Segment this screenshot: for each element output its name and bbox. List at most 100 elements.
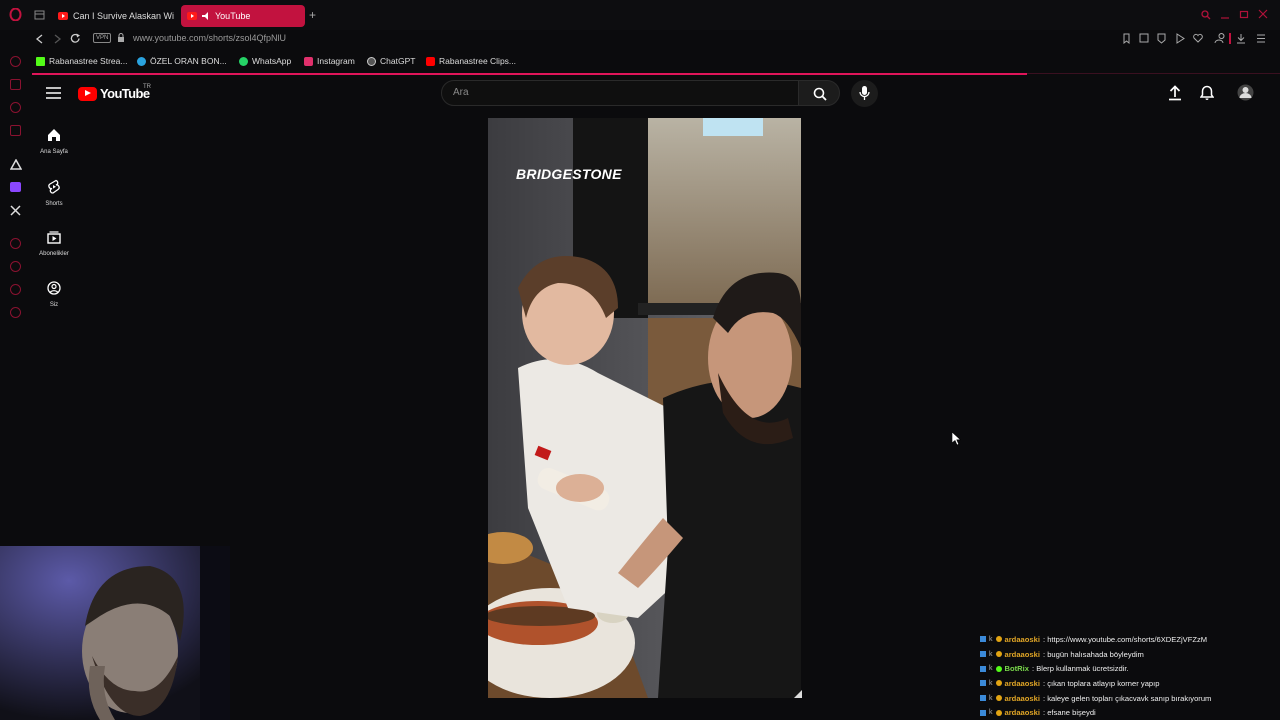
guide-label: Ana Sayfa: [40, 149, 68, 155]
avatar[interactable]: [1237, 84, 1254, 101]
bookmark-rabanastree-stream[interactable]: Rabanastree Strea...: [36, 56, 127, 66]
bookmark-label: Instagram: [317, 56, 355, 66]
subscriber-badge-icon: [995, 680, 1002, 687]
sidebar-player-icon[interactable]: [10, 238, 21, 249]
opera-logo-icon[interactable]: [9, 8, 22, 21]
shorts-icon: [48, 179, 60, 194]
reload-icon[interactable]: [70, 33, 81, 44]
shorts-video-player[interactable]: [488, 118, 801, 698]
youtube-play-icon: [78, 86, 97, 101]
subscriber-badge-icon: [995, 651, 1002, 658]
bookmark-rabanastree-clips[interactable]: Rabanastree Clips...: [426, 56, 516, 66]
sidebar-twitch-icon[interactable]: [10, 182, 21, 192]
bookmark-label: Rabanastree Strea...: [49, 56, 128, 66]
bookmark-label: WhatsApp: [252, 56, 292, 66]
forward-icon[interactable]: [53, 34, 62, 44]
hamburger-menu-icon[interactable]: [46, 87, 61, 99]
guide-item-home[interactable]: Ana Sayfa: [32, 128, 76, 155]
bookmark-ozel-oran[interactable]: ÖZEL ORAN BON...: [137, 56, 227, 66]
sidebar-x-icon[interactable]: [10, 205, 21, 216]
close-icon[interactable]: [1258, 9, 1268, 19]
subscriber-badge-icon: [995, 709, 1002, 716]
kick-badge-icon: k: [989, 679, 993, 687]
instagram-icon: [304, 56, 313, 66]
sidebar-settings-icon[interactable]: [10, 307, 21, 318]
guide-item-you[interactable]: Siz: [32, 281, 76, 308]
youtube-logo[interactable]: YouTube: [78, 86, 150, 101]
subscriptions-icon: [47, 231, 61, 244]
chat-username: ardaaoski: [1004, 634, 1040, 644]
bookmark-chatgpt[interactable]: ChatGPT: [367, 56, 415, 66]
country-code: TR: [143, 84, 151, 90]
toolbar-icons: [1123, 33, 1265, 44]
stream-chat-overlay: k ardaaoski: https://www.youtube.com/sho…: [980, 632, 1280, 720]
youtube-favicon-icon: [58, 12, 68, 20]
back-icon[interactable]: [35, 34, 44, 44]
vpn-badge[interactable]: VPN: [93, 33, 112, 43]
search-placeholder: Ara: [453, 87, 469, 98]
chat-text: : çıkan toplara atlayıp korner yapıp: [1042, 678, 1160, 688]
sidebar-extensions-icon[interactable]: [10, 284, 21, 295]
streamer-webcam-overlay: [0, 546, 230, 720]
bookmark-whatsapp[interactable]: WhatsApp: [239, 56, 291, 66]
bot-badge-icon: [995, 665, 1002, 672]
voice-search-button[interactable]: [851, 80, 878, 107]
chat-text: : https://www.youtube.com/shorts/6XDEZjV…: [1042, 634, 1208, 644]
platform-badge-icon: [980, 665, 986, 672]
guide-item-subscriptions[interactable]: Abonelikler: [32, 230, 76, 257]
sidebar-bag-icon[interactable]: [10, 79, 21, 90]
new-tab-button[interactable]: +: [309, 8, 316, 22]
platform-badge-icon: [980, 695, 986, 702]
tab-label: Can I Survive Alaskan Wi: [73, 11, 175, 21]
tab-alaskan-video[interactable]: Can I Survive Alaskan Wi: [52, 5, 177, 27]
search-input[interactable]: [441, 80, 799, 106]
chat-message: k ardaaoski: bugün halısahada böyleydim: [980, 647, 1280, 662]
sidebar-messenger-icon[interactable]: [10, 56, 21, 67]
lock-icon[interactable]: [117, 33, 125, 43]
sidebar-instagram-icon[interactable]: [10, 102, 21, 113]
subscriber-badge-icon: [995, 636, 1002, 643]
microphone-icon: [859, 86, 870, 100]
mouse-cursor-icon: [952, 432, 961, 446]
youtube-icon: [426, 56, 435, 66]
platform-badge-icon: [980, 680, 986, 687]
tab-islands-icon[interactable]: [34, 10, 45, 20]
telegram-icon: [137, 56, 146, 66]
chat-message: k ardaaoski: çıkan toplara atlayıp korne…: [980, 676, 1280, 691]
tab-youtube[interactable]: YouTube: [181, 5, 305, 27]
notifications-bell-icon[interactable]: [1200, 85, 1214, 101]
page-load-track: [1027, 73, 1280, 74]
platform-badge-icon: [980, 636, 986, 643]
platform-badge-icon: [980, 709, 986, 716]
upload-icon[interactable]: [1168, 85, 1182, 101]
youtube-favicon-icon: [187, 12, 197, 20]
sidebar-aria-icon[interactable]: [10, 159, 22, 170]
chat-username: ardaaoski: [1004, 708, 1040, 718]
guide-label: Siz: [49, 302, 59, 308]
chatgpt-icon: [367, 56, 376, 66]
kick-badge-icon: k: [989, 650, 993, 658]
guide-item-shorts[interactable]: Shorts: [32, 179, 76, 207]
chat-message: k BotRix: Blerp kullanmak ücretsizdir.: [980, 661, 1280, 676]
kick-badge-icon: k: [989, 665, 993, 673]
maximize-icon[interactable]: [1239, 9, 1249, 19]
bookmark-instagram[interactable]: Instagram: [304, 56, 355, 66]
search-icon: [813, 87, 827, 101]
url-field[interactable]: www.youtube.com/shorts/zsol4QfpNlU: [133, 33, 286, 43]
guide-label: Shorts: [45, 201, 63, 207]
chat-message: k ardaaoski: efsane bişeydi: [980, 705, 1280, 720]
video-sponsor-overlay: BRIDGESTONE: [516, 166, 622, 182]
chat-username: ardaaoski: [1004, 693, 1040, 703]
kick-icon: [36, 56, 45, 66]
sidebar-mail-icon[interactable]: [10, 125, 21, 136]
resize-corner-icon: [794, 690, 802, 698]
minimize-icon[interactable]: [1220, 10, 1230, 20]
speaker-icon[interactable]: [202, 12, 211, 20]
video-frame-image: [488, 118, 801, 698]
sidebar-history-icon[interactable]: [10, 261, 21, 272]
tab-label: YouTube: [215, 11, 251, 21]
search-button[interactable]: [798, 80, 840, 106]
search-tabs-icon[interactable]: [1201, 10, 1211, 20]
chat-text: : bugün halısahada böyleydim: [1042, 649, 1144, 659]
platform-badge-icon: [980, 651, 986, 658]
